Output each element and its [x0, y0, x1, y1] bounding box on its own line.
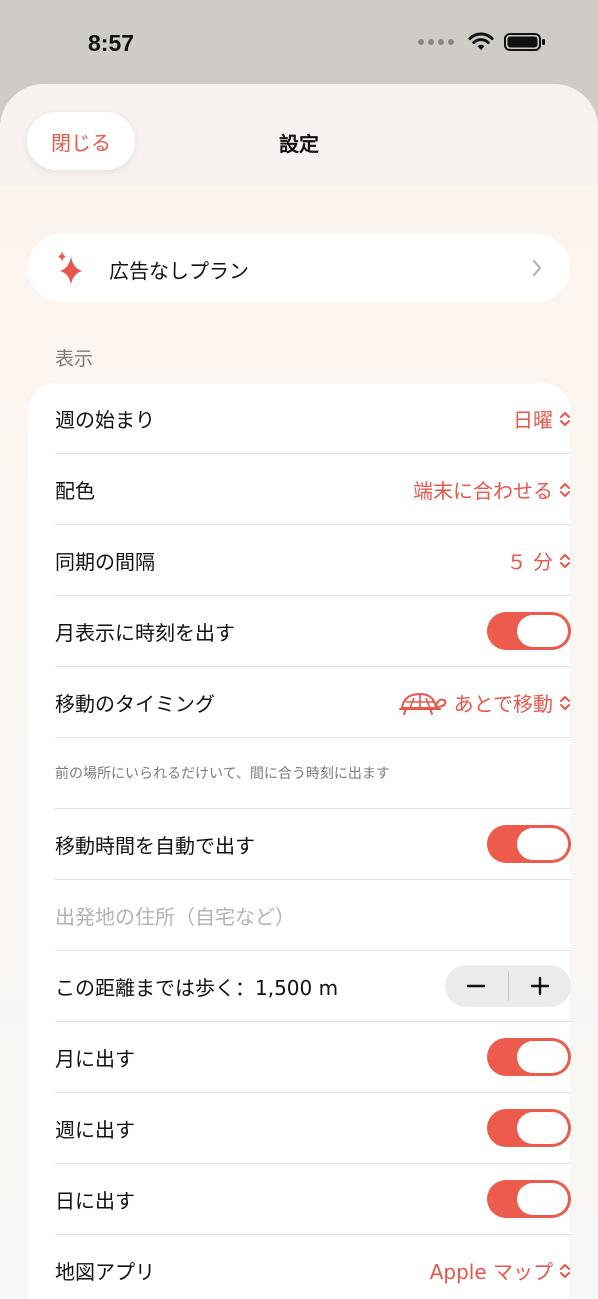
sync-interval-picker[interactable]: ５ 分: [507, 525, 571, 596]
ad-free-plan-label: 広告なしプラン: [109, 259, 249, 283]
sparkle-icon: [58, 251, 82, 285]
turtle-icon: [398, 692, 447, 715]
toggle-knob: [517, 615, 568, 647]
travel-timing-picker[interactable]: あとで移動: [398, 667, 571, 738]
page-title: 設定: [279, 132, 319, 156]
up-down-chevron-icon: [560, 411, 570, 426]
month-show-time-toggle[interactable]: [487, 612, 571, 650]
map-app-label: 地図アプリ: [55, 1260, 155, 1284]
decrement-button[interactable]: [445, 965, 508, 1007]
auto-travel-time-toggle[interactable]: [487, 825, 571, 863]
status-time: 8:57: [88, 30, 135, 56]
up-down-chevron-icon: [560, 482, 570, 497]
nav-bar: 閉じる 設定: [0, 84, 598, 185]
status-icons: [418, 32, 546, 52]
week-start-row[interactable]: 週の始まり 日曜: [55, 383, 571, 454]
week-start-label: 週の始まり: [55, 407, 155, 432]
month-show-time-label: 月表示に時刻を出す: [55, 620, 235, 645]
plus-icon: [530, 976, 549, 996]
toggle-knob: [517, 1112, 568, 1144]
sync-interval-row[interactable]: 同期の間隔 ５ 分: [55, 525, 571, 596]
travel-timing-value: あとで移動: [453, 692, 553, 716]
show-in-month-label: 月に出す: [55, 1046, 135, 1071]
color-scheme-label: 配色: [55, 478, 95, 503]
color-scheme-value: 端末に合わせる: [413, 479, 553, 503]
status-bar: 8:57: [0, 0, 598, 84]
chevron-right-icon: [532, 259, 542, 277]
show-in-week-label: 週に出す: [55, 1117, 135, 1142]
battery-icon: [504, 33, 545, 51]
toggle-knob: [517, 1041, 568, 1073]
toggle-knob: [517, 1183, 568, 1215]
show-in-day-label: 日に出す: [55, 1188, 135, 1213]
walk-distance-label: この距離までは歩く：1,500 m: [55, 975, 339, 1000]
up-down-chevron-icon: [560, 1263, 570, 1278]
sync-interval-label: 同期の間隔: [55, 549, 155, 574]
show-in-week-row: 週に出す: [55, 1093, 571, 1164]
map-app-value: Apple マップ: [429, 1260, 553, 1284]
show-in-day-toggle[interactable]: [487, 1180, 571, 1218]
show-in-month-row: 月に出す: [55, 1022, 571, 1093]
auto-travel-time-row: 移動時間を自動で出す: [55, 809, 571, 880]
increment-button[interactable]: [508, 965, 571, 1007]
up-down-chevron-icon: [560, 553, 570, 568]
ad-free-plan-row[interactable]: 広告なしプラン: [28, 234, 570, 302]
display-section-header: 表示: [55, 348, 94, 370]
map-app-picker[interactable]: Apple マップ: [430, 1235, 571, 1299]
minus-icon: [467, 984, 486, 988]
display-settings-group: 週の始まり 日曜 配色 端末に合わせる 同期の間隔 ５ 分 月表示に時刻を出す: [28, 383, 571, 1299]
settings-sheet: 閉じる 設定 広告なしプラン 表示 週の始まり 日曜 配色 端末に合わせる 同期…: [0, 84, 598, 1299]
month-show-time-row: 月表示に時刻を出す: [55, 596, 571, 667]
show-in-week-toggle[interactable]: [487, 1109, 571, 1147]
show-in-month-toggle[interactable]: [487, 1038, 571, 1076]
walk-distance-stepper: [445, 965, 571, 1007]
departure-address-placeholder: 出発地の住所（自宅など）: [55, 904, 295, 929]
auto-travel-time-label: 移動時間を自動で出す: [55, 833, 255, 858]
week-start-picker[interactable]: 日曜: [513, 383, 571, 454]
week-start-value: 日曜: [513, 408, 553, 432]
wifi-icon: [468, 32, 494, 50]
sync-interval-value: ５ 分: [506, 550, 553, 574]
travel-timing-row[interactable]: 移動のタイミング あとで移動: [55, 667, 571, 738]
show-in-day-row: 日に出す: [55, 1164, 571, 1235]
walk-distance-row: この距離までは歩く：1,500 m: [55, 951, 571, 1022]
color-scheme-row[interactable]: 配色 端末に合わせる: [55, 454, 571, 525]
travel-timing-note: 前の場所にいられるだけいて、間に合う時刻に出ます: [55, 738, 571, 809]
travel-timing-label: 移動のタイミング: [55, 691, 215, 716]
color-scheme-picker[interactable]: 端末に合わせる: [413, 454, 571, 525]
map-app-row[interactable]: 地図アプリ Apple マップ: [55, 1235, 571, 1299]
toggle-knob: [517, 828, 568, 860]
departure-address-field[interactable]: 出発地の住所（自宅など）: [55, 880, 571, 951]
signal-dots-icon: [418, 39, 454, 45]
up-down-chevron-icon: [560, 695, 570, 710]
